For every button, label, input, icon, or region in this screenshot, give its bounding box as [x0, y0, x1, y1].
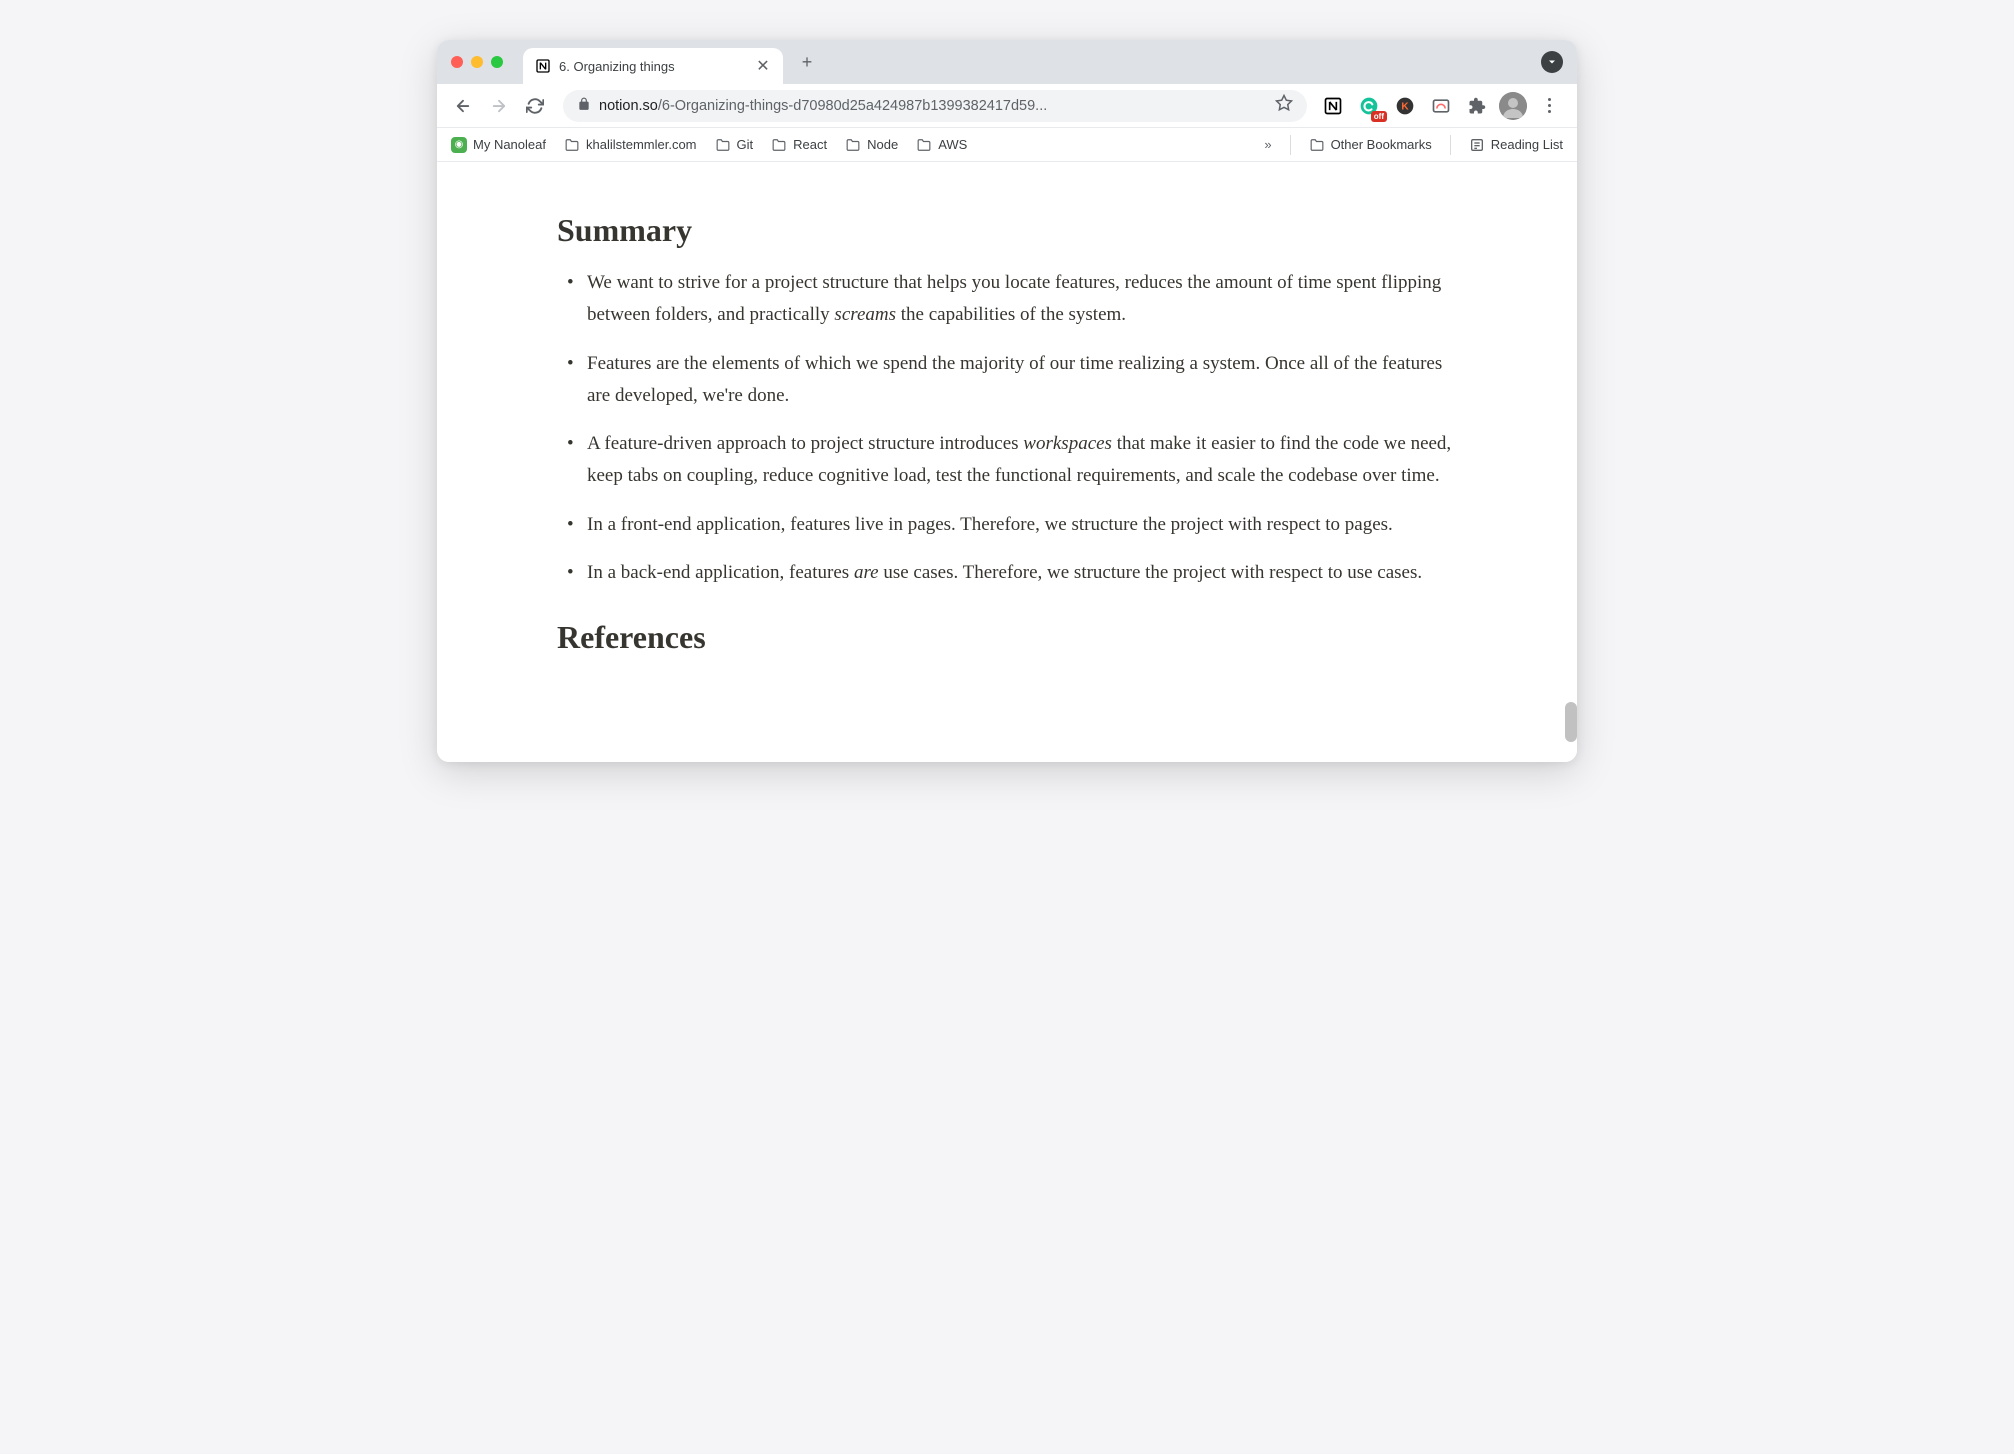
chrome-menu-button[interactable]	[1535, 92, 1563, 120]
page-content: Summary We want to strive for a project …	[437, 162, 1577, 762]
summary-list: We want to strive for a project structur…	[557, 267, 1457, 589]
divider	[1290, 135, 1291, 155]
url-path: /6-Organizing-things-d70980d25a424987b13…	[658, 98, 1047, 114]
bookmark-folder-react[interactable]: React	[771, 137, 827, 152]
other-bookmarks-button[interactable]: Other Bookmarks	[1309, 137, 1432, 152]
reading-list-icon	[1469, 137, 1485, 153]
loom-extension-icon[interactable]	[1427, 92, 1455, 120]
bookmark-label: React	[793, 137, 827, 152]
maximize-window-button[interactable]	[491, 56, 503, 68]
bookmark-label: Git	[737, 137, 754, 152]
list-item: We want to strive for a project structur…	[557, 267, 1457, 332]
reading-list-label: Reading List	[1491, 137, 1563, 152]
bookmark-label: khalilstemmler.com	[586, 137, 697, 152]
profile-avatar[interactable]	[1499, 92, 1527, 120]
notion-favicon-icon	[535, 58, 551, 74]
browser-window: 6. Organizing things ✕ + notion.so/6-Org…	[437, 40, 1577, 762]
close-window-button[interactable]	[451, 56, 463, 68]
bookmark-folder-khalilstemmler[interactable]: khalilstemmler.com	[564, 137, 697, 152]
reading-list-button[interactable]: Reading List	[1469, 137, 1563, 153]
new-tab-button[interactable]: +	[793, 48, 821, 76]
tab-title: 6. Organizing things	[559, 59, 747, 74]
folder-icon	[845, 138, 861, 152]
bookmark-label: My Nanoleaf	[473, 137, 546, 152]
lock-icon	[577, 97, 591, 114]
url-text: notion.so/6-Organizing-things-d70980d25a…	[599, 98, 1267, 114]
svg-text:K: K	[1401, 101, 1409, 112]
close-tab-button[interactable]: ✕	[755, 58, 771, 74]
minimize-window-button[interactable]	[471, 56, 483, 68]
url-domain: notion.so	[599, 98, 658, 114]
list-item: Features are the elements of which we sp…	[557, 348, 1457, 413]
notion-extension-icon[interactable]	[1319, 92, 1347, 120]
bookmarks-overflow-button[interactable]: »	[1264, 137, 1271, 152]
address-bar[interactable]: notion.so/6-Organizing-things-d70980d25a…	[563, 90, 1307, 122]
list-item: In a back-end application, features are …	[557, 557, 1457, 589]
bookmark-my-nanoleaf[interactable]: ◉ My Nanoleaf	[451, 137, 546, 153]
folder-icon	[715, 138, 731, 152]
folder-icon	[916, 138, 932, 152]
scrollbar-thumb[interactable]	[1565, 702, 1577, 742]
account-chevron-icon[interactable]	[1541, 51, 1563, 73]
bookmark-star-icon[interactable]	[1275, 94, 1293, 117]
extensions-puzzle-icon[interactable]	[1463, 92, 1491, 120]
list-item: In a front-end application, features liv…	[557, 509, 1457, 541]
bookmarks-bar: ◉ My Nanoleaf khalilstemmler.com Git Rea…	[437, 128, 1577, 162]
extension-k-icon[interactable]: K	[1391, 92, 1419, 120]
bookmark-label: AWS	[938, 137, 967, 152]
other-bookmarks-label: Other Bookmarks	[1331, 137, 1432, 152]
folder-icon	[564, 138, 580, 152]
folder-icon	[771, 138, 787, 152]
window-controls	[451, 56, 503, 68]
toolbar: notion.so/6-Organizing-things-d70980d25a…	[437, 84, 1577, 128]
grammarly-extension-icon[interactable]: off	[1355, 92, 1383, 120]
list-item: A feature-driven approach to project str…	[557, 428, 1457, 493]
tab-bar: 6. Organizing things ✕ +	[437, 40, 1577, 84]
bookmark-folder-aws[interactable]: AWS	[916, 137, 967, 152]
summary-heading: Summary	[557, 212, 1457, 249]
nanoleaf-icon: ◉	[451, 137, 467, 153]
folder-icon	[1309, 138, 1325, 152]
divider	[1450, 135, 1451, 155]
bookmark-label: Node	[867, 137, 898, 152]
extension-badge: off	[1371, 111, 1387, 122]
bookmark-folder-git[interactable]: Git	[715, 137, 754, 152]
toolbar-icons: off K	[1319, 92, 1567, 120]
reload-button[interactable]	[519, 90, 551, 122]
forward-button[interactable]	[483, 90, 515, 122]
references-heading: References	[557, 619, 1457, 656]
browser-tab[interactable]: 6. Organizing things ✕	[523, 48, 783, 84]
back-button[interactable]	[447, 90, 479, 122]
bookmark-folder-node[interactable]: Node	[845, 137, 898, 152]
